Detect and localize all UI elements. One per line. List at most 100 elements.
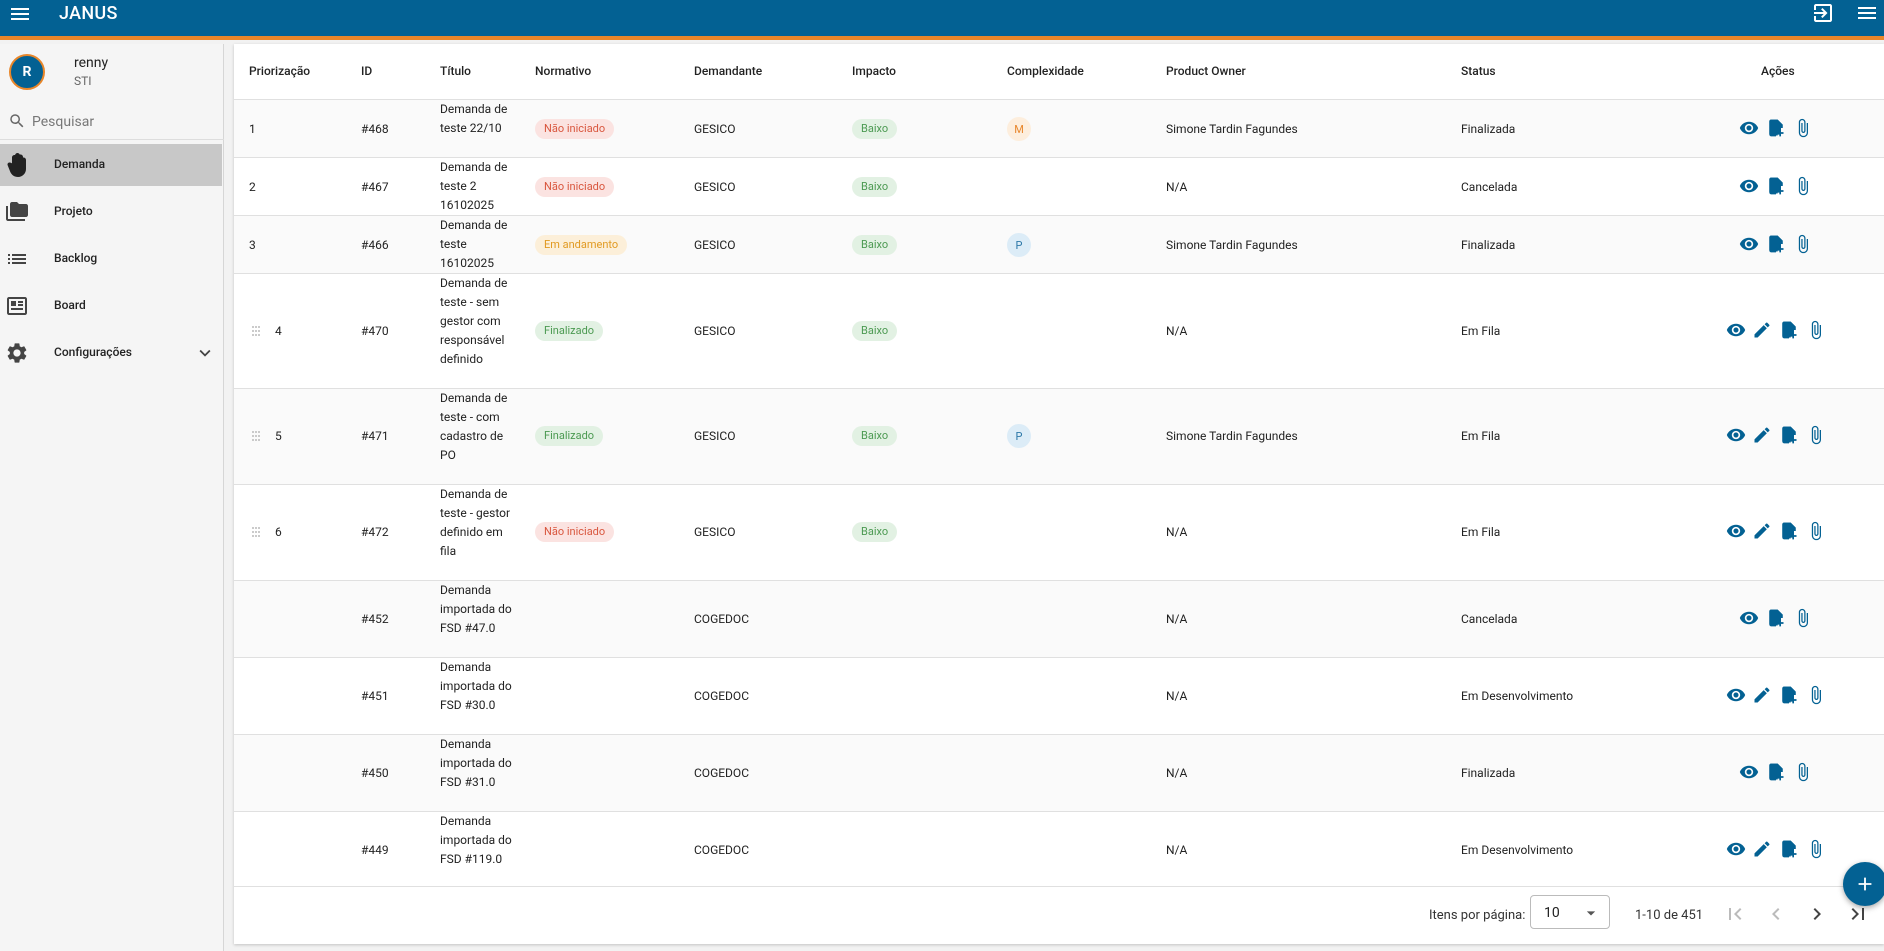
- header-demandante[interactable]: Demandante: [694, 64, 762, 78]
- view-icon[interactable]: [1739, 176, 1759, 196]
- attachment-icon[interactable]: [1793, 608, 1813, 628]
- user-box: R renny STI: [0, 44, 224, 100]
- impact-badge: Baixo: [852, 177, 898, 197]
- view-icon[interactable]: [1726, 320, 1746, 340]
- cell-titulo: Demanda importada do FSD #31.0: [440, 737, 512, 789]
- board-icon: [7, 297, 27, 315]
- cell-status: Em Fila: [1461, 324, 1501, 338]
- view-icon[interactable]: [1739, 118, 1759, 138]
- file-add-icon[interactable]: [1779, 685, 1799, 705]
- cell-status: Finalizada: [1461, 122, 1516, 136]
- attachment-icon[interactable]: [1793, 118, 1813, 138]
- file-add-icon[interactable]: [1779, 425, 1799, 445]
- sidebar-item-label: Board: [54, 298, 86, 312]
- folder-icon: [6, 202, 28, 221]
- edit-icon[interactable]: [1752, 685, 1772, 705]
- view-icon[interactable]: [1726, 521, 1746, 541]
- avatar[interactable]: R: [9, 54, 45, 90]
- header-product-owner[interactable]: Product Owner: [1166, 64, 1246, 78]
- attachment-icon[interactable]: [1793, 762, 1813, 782]
- view-icon[interactable]: [1739, 762, 1759, 782]
- header-normativo[interactable]: Normativo: [535, 64, 591, 78]
- file-add-icon[interactable]: [1766, 234, 1786, 254]
- edit-icon[interactable]: [1752, 521, 1772, 541]
- header-priorizacao[interactable]: Priorização: [249, 64, 310, 78]
- items-per-page-select[interactable]: 10: [1530, 895, 1610, 929]
- sidebar-item-backlog[interactable]: Backlog: [0, 238, 222, 280]
- complexity-badge: P: [1007, 233, 1031, 257]
- menu-icon[interactable]: [8, 2, 32, 26]
- file-add-icon[interactable]: [1779, 839, 1799, 859]
- header-titulo[interactable]: Título: [440, 64, 471, 78]
- sidebar-item-demanda[interactable]: Demanda: [0, 144, 222, 186]
- edit-icon[interactable]: [1752, 425, 1772, 445]
- attachment-icon[interactable]: [1806, 521, 1826, 541]
- view-icon[interactable]: [1739, 234, 1759, 254]
- attachment-icon[interactable]: [1806, 685, 1826, 705]
- add-demand-button[interactable]: [1843, 862, 1884, 906]
- demands-table: Priorização ID Título Normativo Demandan…: [234, 44, 1884, 944]
- cell-priorizacao: 1: [249, 122, 256, 136]
- attachment-icon[interactable]: [1793, 176, 1813, 196]
- view-icon[interactable]: [1739, 608, 1759, 628]
- header-complexidade[interactable]: Complexidade: [1007, 64, 1084, 78]
- table-row[interactable]: 1 #468 Demanda de teste 22/10 Não inicia…: [234, 100, 1884, 158]
- cell-status: Finalizada: [1461, 238, 1516, 252]
- cell-status: Em Fila: [1461, 429, 1501, 443]
- cell-product-owner: N/A: [1166, 180, 1188, 194]
- drag-handle-icon[interactable]: [251, 430, 261, 442]
- file-add-icon[interactable]: [1766, 176, 1786, 196]
- cell-product-owner: N/A: [1166, 689, 1188, 703]
- sidebar-item-board[interactable]: Board: [0, 285, 222, 327]
- cell-product-owner: N/A: [1166, 324, 1188, 338]
- logout-icon[interactable]: [1811, 1, 1835, 25]
- table-row[interactable]: #450 Demanda importada do FSD #31.0 COGE…: [234, 735, 1884, 812]
- table-row[interactable]: #452 Demanda importada do FSD #47.0 COGE…: [234, 581, 1884, 658]
- next-page-icon[interactable]: [1805, 902, 1829, 926]
- chevron-down-icon[interactable]: [194, 342, 216, 364]
- file-add-icon[interactable]: [1766, 762, 1786, 782]
- status-badge-normativo: Não iniciado: [535, 119, 615, 139]
- table-row[interactable]: 2 #467 Demanda de teste 2 16102025 Não i…: [234, 158, 1884, 216]
- search-icon: [10, 114, 24, 128]
- table-row[interactable]: 3 #466 Demanda de teste 16102025 Em anda…: [234, 216, 1884, 274]
- sidebar: R renny STI Demanda Projeto Backlog Boar…: [0, 44, 224, 951]
- cell-product-owner: N/A: [1166, 612, 1188, 626]
- view-icon[interactable]: [1726, 685, 1746, 705]
- cell-id: #466: [361, 238, 389, 252]
- sidebar-item-projeto[interactable]: Projeto: [0, 191, 222, 233]
- file-add-icon[interactable]: [1779, 521, 1799, 541]
- header-id[interactable]: ID: [361, 64, 372, 78]
- cell-demandante: GESICO: [694, 429, 736, 443]
- header-impacto[interactable]: Impacto: [852, 64, 896, 78]
- cell-product-owner: Simone Tardin Fagundes: [1166, 122, 1298, 136]
- menu-right-icon[interactable]: [1855, 1, 1879, 25]
- search-input[interactable]: [32, 110, 212, 134]
- top-app-bar: JANUS: [0, 0, 1884, 40]
- table-row[interactable]: #451 Demanda importada do FSD #30.0 COGE…: [234, 658, 1884, 735]
- file-add-icon[interactable]: [1766, 118, 1786, 138]
- table-row[interactable]: 6 #472 Demanda de teste - gestor definid…: [234, 485, 1884, 581]
- sidebar-item-configuracoes[interactable]: Configurações: [0, 332, 222, 374]
- attachment-icon[interactable]: [1806, 320, 1826, 340]
- table-row[interactable]: 4 #470 Demanda de teste - sem gestor com…: [234, 274, 1884, 389]
- file-add-icon[interactable]: [1766, 608, 1786, 628]
- view-icon[interactable]: [1726, 425, 1746, 445]
- cell-demandante: COGEDOC: [694, 612, 750, 626]
- header-status[interactable]: Status: [1461, 64, 1496, 78]
- drag-handle-icon[interactable]: [251, 325, 261, 337]
- attachment-icon[interactable]: [1793, 234, 1813, 254]
- table-row[interactable]: 5 #471 Demanda de teste - com cadastro d…: [234, 389, 1884, 485]
- table-row[interactable]: #449 Demanda importada do FSD #119.0 COG…: [234, 812, 1884, 886]
- edit-icon[interactable]: [1752, 839, 1772, 859]
- view-icon[interactable]: [1726, 839, 1746, 859]
- drag-handle-icon[interactable]: [251, 526, 261, 538]
- cell-id: #452: [361, 612, 389, 626]
- first-page-icon[interactable]: [1723, 902, 1747, 926]
- attachment-icon[interactable]: [1806, 839, 1826, 859]
- cell-demandante: GESICO: [694, 180, 736, 194]
- file-add-icon[interactable]: [1779, 320, 1799, 340]
- previous-page-icon[interactable]: [1764, 902, 1788, 926]
- edit-icon[interactable]: [1752, 320, 1772, 340]
- attachment-icon[interactable]: [1806, 425, 1826, 445]
